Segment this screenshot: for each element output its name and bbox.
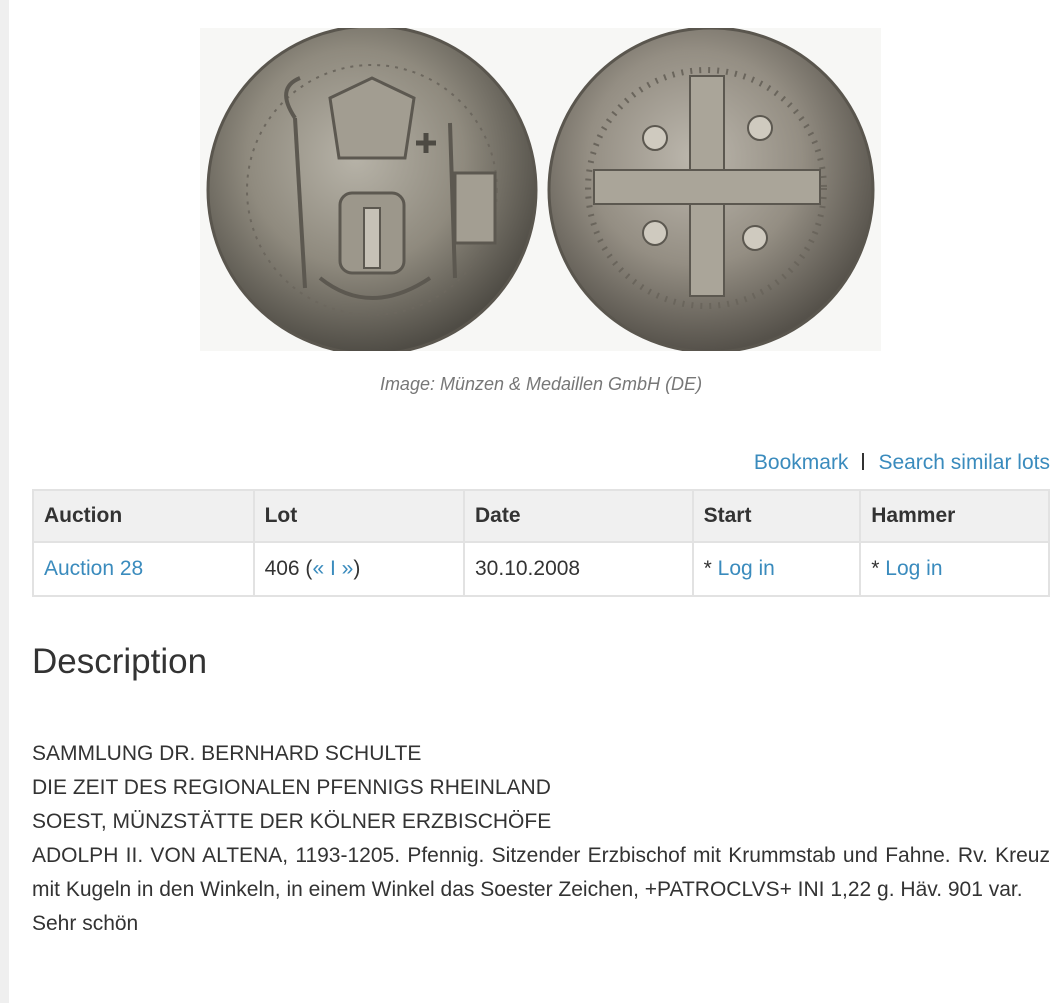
lot-table: Auction Lot Date Start Hammer Auction 28…	[32, 489, 1050, 597]
lot-number: 406 (	[264, 557, 313, 580]
left-gutter	[0, 0, 9, 1003]
description-line: ADOLPH II. VON ALTENA, 1193-1205. Pfenni…	[32, 844, 1050, 901]
bookmark-link[interactable]: Bookmark	[754, 451, 849, 474]
coin-photo	[206, 28, 875, 351]
lot-cell: 406 (« I »)	[252, 541, 466, 597]
start-asterisk: *	[703, 557, 718, 580]
next-lot-link[interactable]: »	[342, 557, 354, 580]
column-header-auction: Auction	[32, 489, 255, 543]
description-line: SOEST, MÜNZSTÄTTE DER KÖLNER ERZBISCHÖFE	[32, 810, 552, 833]
column-header-start: Start	[691, 489, 862, 543]
lot-close-paren: )	[353, 557, 361, 580]
description-body: SAMMLUNG DR. BERNHARD SCHULTE DIE ZEIT D…	[32, 737, 1050, 941]
lot-separator: I	[324, 557, 342, 580]
description-line: DIE ZEIT DES REGIONALEN PFENNIGS RHEINLA…	[32, 776, 551, 799]
description-line: Sehr schön	[32, 912, 139, 935]
obverse-coin	[206, 28, 538, 351]
description-line: SAMMLUNG DR. BERNHARD SCHULTE	[32, 742, 422, 765]
coin-image[interactable]	[200, 28, 881, 351]
search-similar-lots-link[interactable]: Search similar lots	[878, 451, 1050, 474]
hammer-cell: * Log in	[859, 541, 1050, 597]
hammer-login-link[interactable]: Log in	[885, 557, 942, 580]
action-separator	[862, 453, 865, 470]
hammer-asterisk: *	[871, 557, 886, 580]
column-header-date: Date	[463, 489, 694, 543]
previous-lot-link[interactable]: «	[312, 557, 324, 580]
auction-link[interactable]: Auction 28	[44, 557, 143, 580]
date-cell: 30.10.2008	[463, 541, 694, 597]
start-login-link[interactable]: Log in	[718, 557, 775, 580]
auction-cell: Auction 28	[32, 541, 255, 597]
description-heading: Description	[32, 642, 208, 681]
column-header-hammer: Hammer	[859, 489, 1050, 543]
start-cell: * Log in	[691, 541, 862, 597]
lot-actions: Bookmark Search similar lots	[754, 451, 1050, 475]
image-caption: Image: Münzen & Medaillen GmbH (DE)	[379, 374, 703, 394]
table-header-row: Auction Lot Date Start Hammer	[32, 489, 1050, 543]
reverse-coin	[547, 28, 875, 351]
table-row: Auction 28 406 (« I ») 30.10.2008 * Log …	[32, 541, 1050, 597]
column-header-lot: Lot	[252, 489, 466, 543]
